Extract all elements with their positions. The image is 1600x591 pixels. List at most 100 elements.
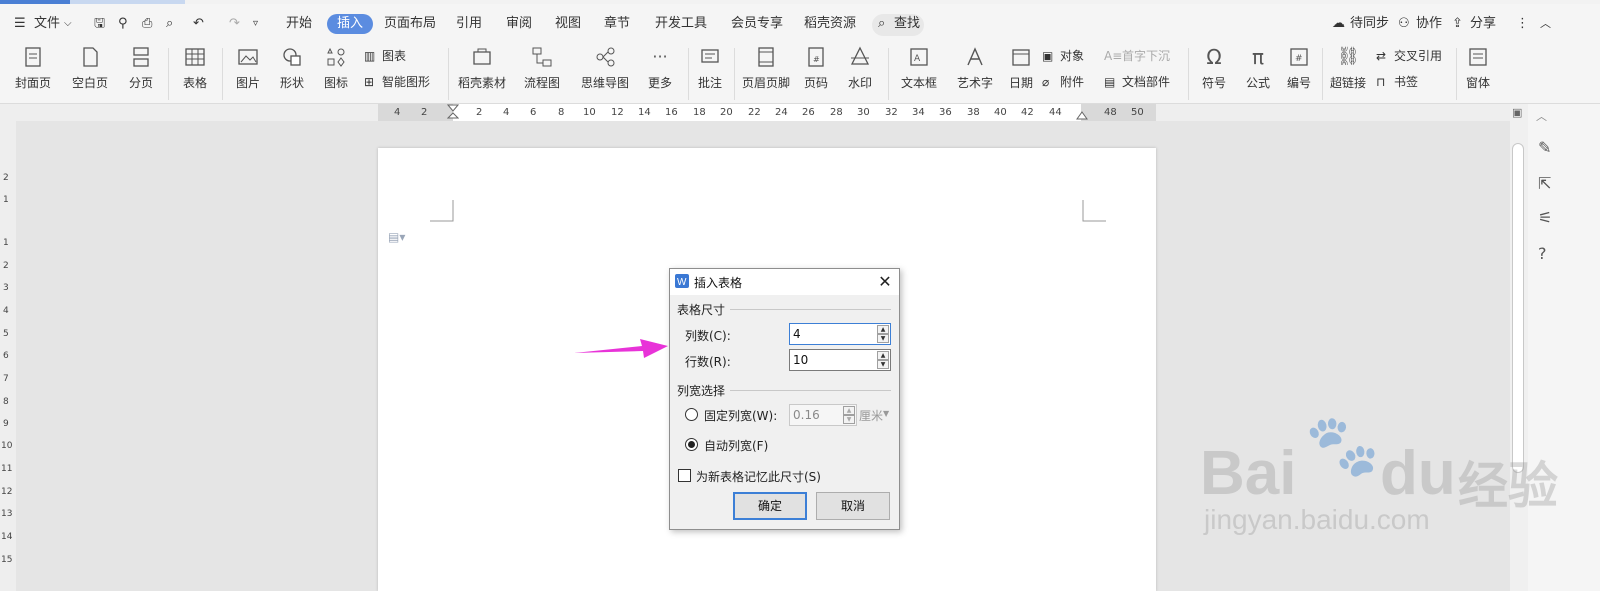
blank-page-button[interactable]: 空白页: [64, 42, 116, 104]
shape-button[interactable]: 形状: [272, 42, 312, 104]
table-button[interactable]: 表格: [174, 42, 216, 104]
horizontal-ruler[interactable]: 4 2 2 4 6 8 10 12 14 16 18 20 22 24 26 2…: [0, 104, 1510, 121]
collab-icon[interactable]: ⚇: [1398, 14, 1410, 34]
spin-down-icon[interactable]: ▼: [843, 415, 855, 424]
collapse-panel-icon[interactable]: ︿: [1536, 108, 1547, 124]
vertical-ruler[interactable]: 2 1 1 2 3 4 5 6 7 8 9 10 11 12 13 14 15: [0, 121, 16, 591]
select-cursor-icon[interactable]: ⇱: [1538, 174, 1551, 193]
redo-icon[interactable]: ↷: [229, 14, 240, 34]
tab-view[interactable]: 视图: [555, 14, 581, 34]
help-icon[interactable]: ?: [1538, 244, 1547, 263]
wordart-button[interactable]: 艺术字: [950, 42, 1000, 104]
watermark-button[interactable]: 水印: [840, 42, 880, 104]
collapse-ribbon-icon[interactable]: ︿: [1540, 14, 1551, 34]
settings-sliders-icon[interactable]: ⚟: [1538, 208, 1552, 227]
page-number-button[interactable]: # 页码: [796, 42, 836, 104]
date-button[interactable]: 日期: [1004, 42, 1038, 104]
symbol-button[interactable]: Ω 符号: [1194, 42, 1234, 104]
collab-label[interactable]: 协作: [1416, 14, 1442, 34]
tab-docer-resources[interactable]: 稻壳资源: [804, 14, 856, 34]
formula-button[interactable]: π 公式: [1238, 42, 1278, 104]
crossref-icon[interactable]: ⇄: [1376, 46, 1386, 66]
attachment-icon[interactable]: ⌀: [1042, 72, 1049, 92]
smartart-button[interactable]: 智能图形: [382, 72, 430, 92]
ruler-toggle-icon[interactable]: ▣: [1512, 106, 1522, 119]
chart-icon[interactable]: ▥: [364, 46, 375, 66]
more-button[interactable]: ··· 更多: [640, 42, 680, 104]
docparts-button[interactable]: 文档部件: [1122, 72, 1170, 92]
docer-material-button[interactable]: 稻壳素材: [454, 42, 510, 104]
ok-button[interactable]: 确定: [733, 492, 807, 520]
scrollbar-thumb[interactable]: [1512, 143, 1524, 473]
chevron-down-icon[interactable]: ▼: [883, 409, 889, 418]
columns-spinner[interactable]: ▲ ▼: [789, 323, 891, 345]
spin-down-icon[interactable]: ▼: [877, 334, 889, 343]
fixed-width-input[interactable]: [790, 405, 840, 425]
object-icon[interactable]: ▣: [1042, 46, 1053, 66]
icons-button[interactable]: 图标: [316, 42, 356, 104]
mindmap-button[interactable]: 思维导图: [574, 42, 636, 104]
page-break-button[interactable]: 分页: [120, 42, 162, 104]
cancel-button[interactable]: 取消: [816, 492, 890, 520]
print-preview-icon[interactable]: ⌕: [166, 14, 173, 34]
dropcap-icon[interactable]: A≡: [1104, 46, 1122, 66]
tab-developer[interactable]: 开发工具: [655, 14, 707, 34]
tab-page-layout[interactable]: 页面布局: [384, 14, 436, 34]
textbox-button[interactable]: A 文本框: [894, 42, 944, 104]
tab-review[interactable]: 审阅: [506, 14, 532, 34]
dropcap-button[interactable]: 首字下沉: [1122, 46, 1170, 66]
docparts-icon[interactable]: ▤: [1104, 72, 1115, 92]
rows-spinner[interactable]: ▲ ▼: [789, 349, 891, 371]
bookmark-icon[interactable]: ⊓: [1376, 72, 1385, 92]
tab-chapter[interactable]: 章节: [604, 14, 630, 34]
tab-references[interactable]: 引用: [456, 14, 482, 34]
unit-dropdown[interactable]: 厘米: [859, 407, 883, 424]
right-indent-marker-icon[interactable]: [1076, 111, 1088, 121]
edit-pen-icon[interactable]: ✎: [1538, 138, 1551, 157]
spin-up-icon[interactable]: ▲: [877, 325, 889, 334]
chart-button[interactable]: 图表: [382, 46, 406, 66]
crossref-button[interactable]: 交叉引用: [1394, 46, 1442, 66]
fixed-width-radio[interactable]: [685, 408, 698, 421]
auto-width-radio[interactable]: [685, 438, 698, 451]
indent-marker-icon[interactable]: [447, 104, 459, 121]
flowchart-button[interactable]: 流程图: [516, 42, 568, 104]
columns-input[interactable]: [790, 324, 874, 344]
object-button[interactable]: 对象: [1060, 46, 1084, 66]
search-label[interactable]: 查找: [894, 14, 920, 34]
tab-member[interactable]: 会员专享: [731, 14, 783, 34]
header-footer-button[interactable]: 页眉页脚: [738, 42, 794, 104]
chevron-down-icon[interactable]: ⌵: [64, 14, 72, 34]
share-icon[interactable]: ⇪: [1452, 14, 1463, 34]
attachment-button[interactable]: 附件: [1060, 72, 1084, 92]
picture-button[interactable]: 图片: [228, 42, 268, 104]
hyperlink-button[interactable]: ⛓ 超链接: [1326, 42, 1370, 104]
numbering-button[interactable]: # 编号: [1282, 42, 1316, 104]
undo-icon[interactable]: ↶: [193, 14, 204, 34]
search-icon[interactable]: ⌕: [878, 14, 885, 34]
tab-insert[interactable]: 插入: [327, 14, 374, 34]
spin-up-icon[interactable]: ▲: [877, 351, 889, 360]
dialog-titlebar[interactable]: W 插入表格 ✕: [670, 269, 899, 295]
fixed-width-spinner[interactable]: ▲ ▼: [789, 404, 857, 426]
spin-up-icon[interactable]: ▲: [843, 406, 855, 415]
format-painter-icon[interactable]: ⚲: [118, 14, 128, 34]
rows-input[interactable]: [790, 350, 874, 370]
file-menu[interactable]: 文件: [34, 14, 60, 34]
save-icon[interactable]: 🖫: [94, 14, 105, 34]
quick-access-more-icon[interactable]: ▿: [253, 14, 258, 34]
close-icon[interactable]: ✕: [877, 272, 893, 291]
window-button[interactable]: 窗体: [1460, 42, 1496, 104]
bookmark-button[interactable]: 书签: [1394, 72, 1418, 92]
sync-label[interactable]: 待同步: [1350, 14, 1389, 34]
more-vertical-icon[interactable]: ⋮: [1516, 14, 1529, 34]
spin-down-icon[interactable]: ▼: [877, 360, 889, 369]
cover-page-button[interactable]: 封面页: [8, 42, 58, 104]
comment-button[interactable]: 批注: [692, 42, 728, 104]
remember-size-checkbox[interactable]: [678, 469, 691, 482]
tab-home[interactable]: 开始: [286, 14, 312, 34]
share-label[interactable]: 分享: [1470, 14, 1496, 34]
cloud-icon[interactable]: ☁: [1332, 14, 1345, 34]
print-icon[interactable]: ⎙: [142, 14, 152, 34]
paragraph-options-icon[interactable]: ▤▾: [388, 230, 405, 244]
